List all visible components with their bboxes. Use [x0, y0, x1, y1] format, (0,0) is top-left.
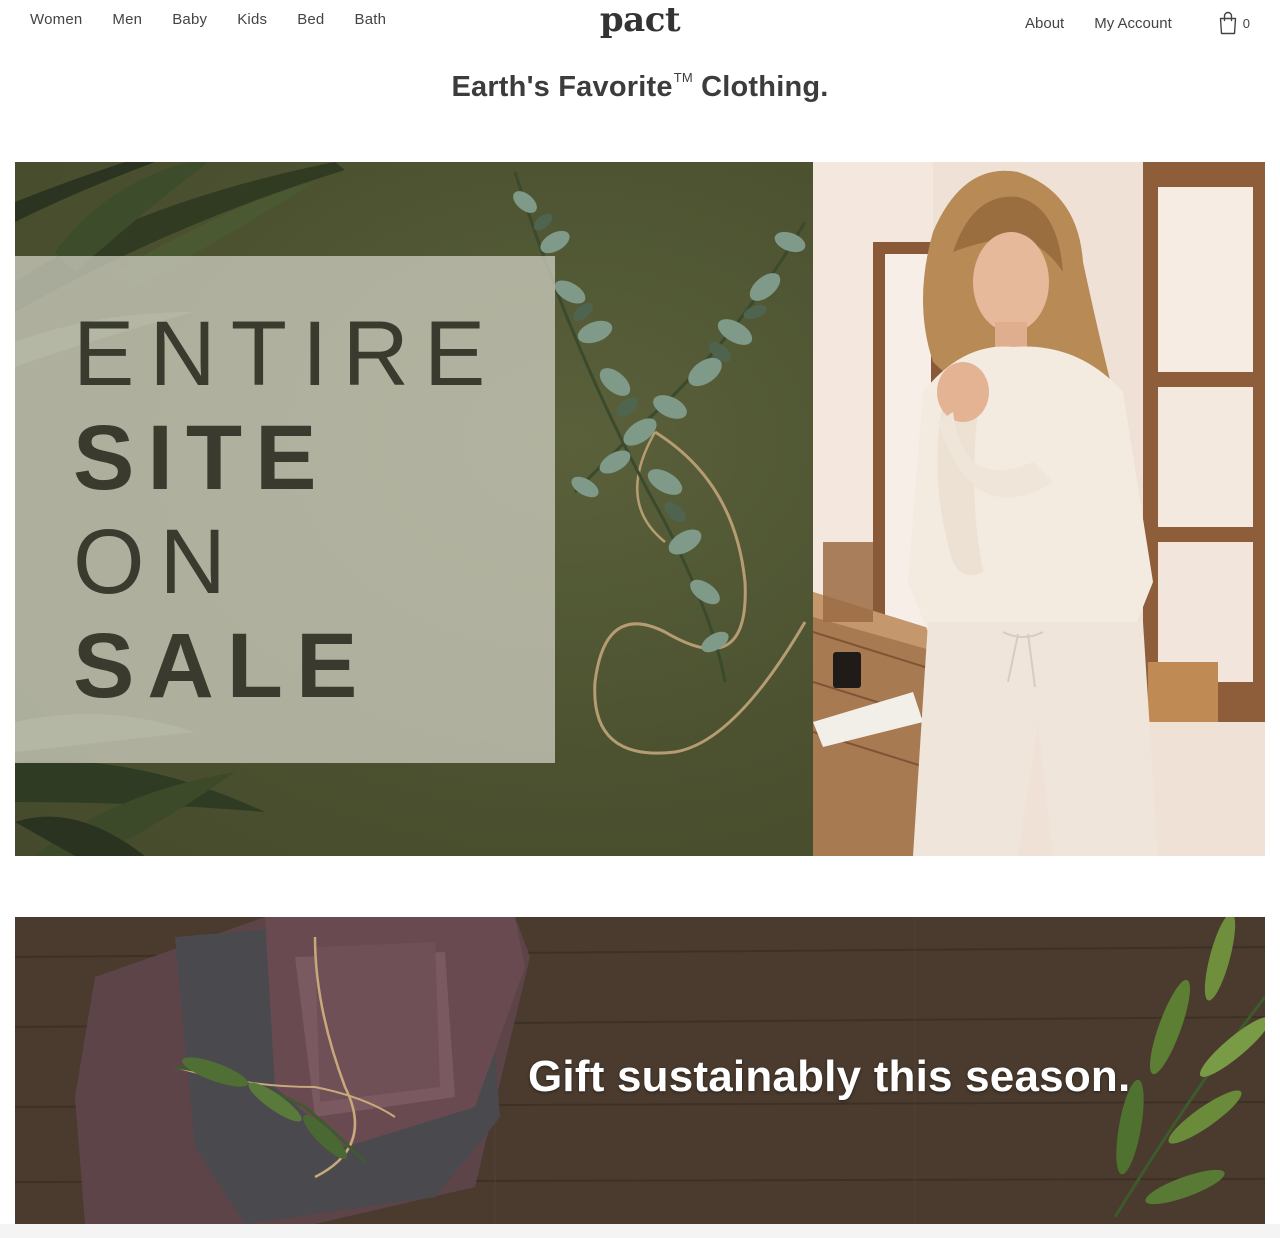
site-header: Women Men Baby Kids Bed Bath pact About …	[0, 0, 1280, 44]
main-nav: Women Men Baby Kids Bed Bath	[30, 11, 416, 28]
cart-button[interactable]: 0	[1218, 11, 1250, 35]
gift-headline: Gift sustainably this season.	[528, 1052, 1131, 1101]
sale-headline: ENTIRE SITE ON SALE	[73, 302, 500, 718]
page-bottom-edge	[0, 1224, 1280, 1238]
nav-link-bath[interactable]: Bath	[354, 11, 386, 28]
sale-line-on: ON	[73, 511, 241, 613]
sale-line-site: SITE	[73, 407, 330, 509]
tagline-suffix: Clothing.	[692, 71, 829, 103]
sale-panel[interactable]: ENTIRE SITE ON SALE	[15, 162, 813, 856]
page-tagline: Earth's FavoriteTM Clothing.	[0, 70, 1280, 104]
account-nav: About My Account 0	[995, 11, 1250, 35]
gift-banner[interactable]: Gift sustainably this season.	[15, 917, 1265, 1224]
nav-link-kids[interactable]: Kids	[237, 11, 267, 28]
nav-link-about[interactable]: About	[1025, 15, 1064, 32]
nav-link-men[interactable]: Men	[112, 11, 142, 28]
trademark-symbol: TM	[673, 70, 693, 85]
shopping-bag-icon	[1219, 11, 1236, 35]
nav-link-women[interactable]: Women	[30, 11, 82, 28]
hero-banner[interactable]: ENTIRE SITE ON SALE	[15, 162, 1265, 856]
tagline-text: Earth's Favorite	[451, 71, 673, 103]
cart-count: 0	[1242, 15, 1250, 31]
pact-logo[interactable]: pact	[600, 0, 681, 40]
nav-link-baby[interactable]: Baby	[172, 11, 207, 28]
nav-link-my-account[interactable]: My Account	[1094, 15, 1172, 32]
sale-line-sale: SALE	[73, 615, 371, 717]
model-photo[interactable]	[813, 162, 1265, 856]
nav-link-bed[interactable]: Bed	[297, 11, 324, 28]
sale-line-entire: ENTIRE	[73, 303, 501, 405]
model-photo-image	[813, 162, 1265, 856]
